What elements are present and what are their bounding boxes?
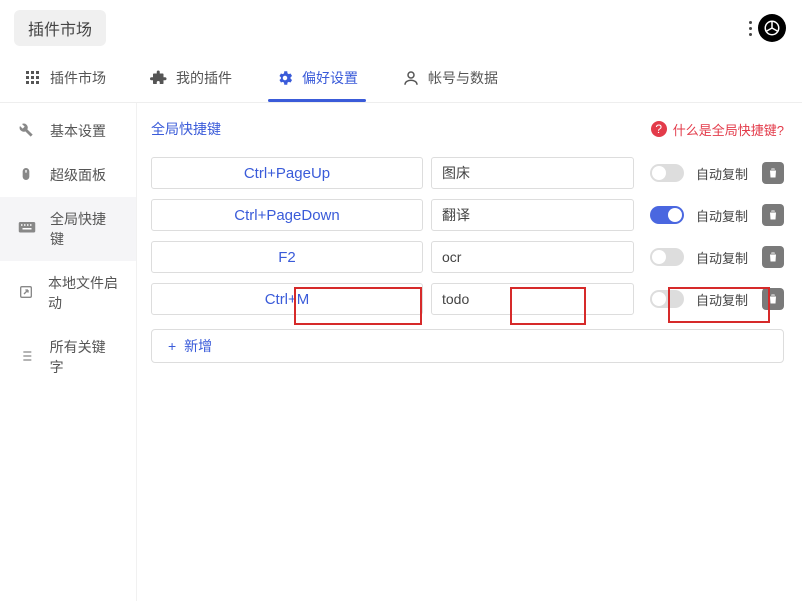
tab-account[interactable]: 帐号与数据 [398, 58, 502, 102]
help-link[interactable]: ? 什么是全局快捷键? [651, 120, 784, 139]
sidebar-item-shortcuts[interactable]: 全局快捷键 [0, 197, 136, 261]
wrench-icon [18, 122, 36, 140]
shortcut-keyword-input[interactable] [431, 283, 634, 315]
shortcut-keyword-input[interactable] [431, 199, 634, 231]
shortcut-key-input[interactable] [151, 157, 423, 189]
shortcut-keyword-input[interactable] [431, 241, 634, 273]
plus-icon: + [168, 338, 176, 354]
logo-area [749, 14, 786, 42]
sidebar-item-panel[interactable]: 超级面板 [0, 153, 136, 197]
auto-copy-toggle[interactable] [650, 290, 684, 308]
sidebar-item-basic[interactable]: 基本设置 [0, 109, 136, 153]
shortcut-row: 自动复制 [151, 283, 784, 315]
content-title: 全局快捷键 [151, 119, 221, 139]
sidebar-item-local[interactable]: 本地文件启动 [0, 261, 136, 325]
list-icon [18, 348, 36, 366]
header: 插件市场 [0, 0, 802, 52]
mouse-icon [18, 166, 36, 184]
help-label: 什么是全局快捷键? [673, 120, 784, 139]
settings-sidebar: 基本设置 超级面板 全局快捷键 本地文件启动 所有关键字 [0, 103, 137, 601]
add-label: 新增 [184, 336, 212, 356]
sidebar-item-label: 所有关键字 [50, 337, 118, 377]
auto-copy-label: 自动复制 [696, 290, 748, 309]
delete-button[interactable] [762, 162, 784, 184]
auto-copy-label: 自动复制 [696, 206, 748, 225]
shortcut-row: 自动复制 [151, 241, 784, 273]
question-icon: ? [651, 121, 667, 137]
tab-prefs[interactable]: 偏好设置 [272, 58, 362, 102]
auto-copy-toggle[interactable] [650, 164, 684, 182]
gear-icon [276, 69, 294, 87]
delete-button[interactable] [762, 246, 784, 268]
shortcut-rows: 自动复制 自动复制 自动复制 [151, 157, 784, 363]
keyboard-icon [18, 220, 36, 238]
tab-label: 帐号与数据 [428, 68, 498, 88]
sidebar-item-label: 全局快捷键 [50, 209, 118, 249]
main-tabs: 插件市场 我的插件 偏好设置 帐号与数据 [0, 58, 802, 103]
shortcut-key-input[interactable] [151, 199, 423, 231]
shortcut-row: 自动复制 [151, 157, 784, 189]
tab-label: 偏好设置 [302, 68, 358, 88]
auto-copy-label: 自动复制 [696, 248, 748, 267]
tab-label: 我的插件 [176, 68, 232, 88]
shortcut-key-input[interactable] [151, 283, 423, 315]
page-title: 插件市场 [28, 22, 92, 39]
tab-mine[interactable]: 我的插件 [146, 58, 236, 102]
user-icon [402, 69, 420, 87]
add-shortcut-button[interactable]: + 新增 [151, 329, 784, 363]
tab-market[interactable]: 插件市场 [20, 58, 110, 102]
auto-copy-toggle[interactable] [650, 206, 684, 224]
launch-icon [18, 284, 34, 302]
sidebar-item-keywords[interactable]: 所有关键字 [0, 325, 136, 389]
shortcut-key-input[interactable] [151, 241, 423, 273]
sidebar-item-label: 基本设置 [50, 121, 106, 141]
apps-icon [24, 69, 42, 87]
delete-button[interactable] [762, 288, 784, 310]
puzzle-icon [150, 69, 168, 87]
more-dots-icon[interactable] [749, 21, 752, 36]
auto-copy-toggle[interactable] [650, 248, 684, 266]
sidebar-item-label: 本地文件启动 [48, 273, 118, 313]
app-logo [758, 14, 786, 42]
tab-label: 插件市场 [50, 68, 106, 88]
content-header: 全局快捷键 ? 什么是全局快捷键? [151, 119, 784, 139]
auto-copy-label: 自动复制 [696, 164, 748, 183]
page-title-chip: 插件市场 [14, 10, 106, 46]
main-area: 基本设置 超级面板 全局快捷键 本地文件启动 所有关键字 [0, 103, 802, 601]
shortcut-row: 自动复制 [151, 199, 784, 231]
shortcut-keyword-input[interactable] [431, 157, 634, 189]
sidebar-item-label: 超级面板 [50, 165, 106, 185]
delete-button[interactable] [762, 204, 784, 226]
content-panel: 全局快捷键 ? 什么是全局快捷键? 自动复制 自动 [137, 103, 802, 601]
